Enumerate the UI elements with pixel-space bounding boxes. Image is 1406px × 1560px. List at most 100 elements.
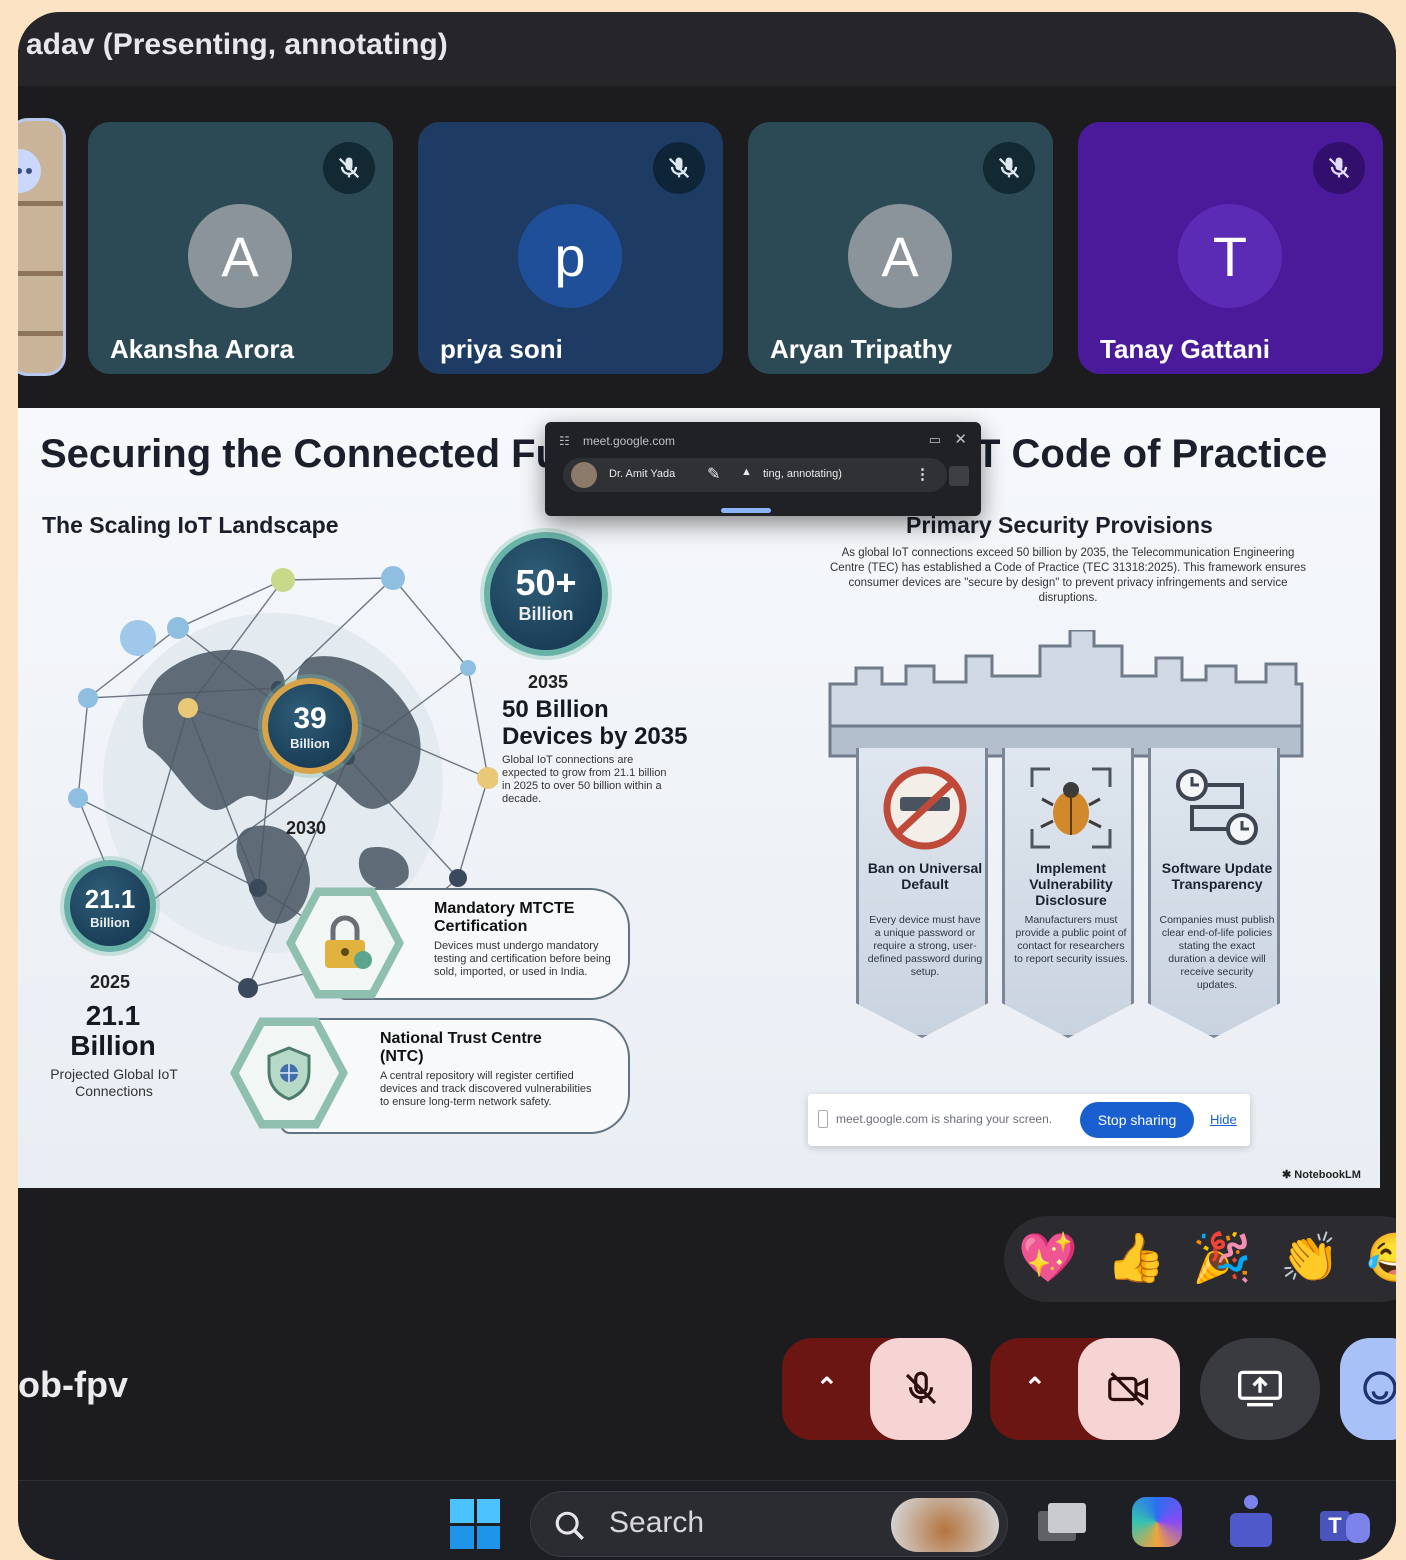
provision-pillar: Software Update Transparency Companies m… [1148,748,1280,1038]
search-icon [555,1511,584,1540]
shield-icon [239,1026,339,1120]
mic-toggle-button[interactable] [870,1338,972,1440]
participant-name: priya soni [440,334,563,364]
chevron-up-icon[interactable]: ⌃ [816,1372,838,1403]
stat-description: Global IoT connections are expected to g… [502,754,667,805]
fortress-battlements-illustration [828,630,1304,758]
shared-slide: Securing the Connected Fu T Code of Prac… [18,408,1380,1188]
mic-control-group: ⌃ [782,1338,972,1440]
search-highlight-image [891,1498,999,1552]
emoji-button[interactable] [1340,1338,1396,1440]
task-view-icon[interactable] [1038,1503,1088,1543]
stat-value: 21.1 [85,1000,141,1031]
avatar: A [848,204,952,308]
presenter-name: Dr. Amit Yada [609,468,676,480]
participant-tile[interactable]: A Aryan Tripathy [748,122,1053,374]
background-shelf [18,201,63,206]
chevron-up-icon[interactable]: ⌃ [1024,1372,1046,1403]
thumbs-up-reaction-icon[interactable]: 👍 [1106,1230,1166,1288]
meeting-code: ob-fpv [18,1364,128,1405]
mic-off-icon [983,142,1035,194]
presenter-title: adav (Presenting, annotating) [26,28,448,61]
more-options-icon[interactable] [18,149,41,193]
year-label: 2025 [90,972,131,992]
present-screen-button[interactable] [1200,1338,1320,1440]
update-timeline-icon [1169,760,1265,856]
mic-off-icon [323,142,375,194]
pillar-description: Manufacturers must provide a public poin… [1014,914,1128,965]
background-shelf [18,271,63,276]
stat-badge: 50+ Billion [484,532,608,656]
meet-mini-popup[interactable]: ☷ meet.google.com ▭ ✕ Dr. Amit Yada ✎ ▲ … [545,422,981,516]
participant-name: Tanay Gattani [1100,334,1271,364]
more-vert-icon[interactable]: ⋮ [915,465,930,483]
pillar-description: Companies must publish clear end-of-life… [1159,914,1275,991]
provision-pillar: Ban on Universal Default Every device mu… [856,748,988,1038]
screen-icon[interactable] [949,466,969,486]
hide-link[interactable]: Hide [1210,1112,1237,1127]
no-password-icon [877,760,973,856]
drag-handle-icon[interactable] [818,1110,828,1128]
avatar: p [518,204,622,308]
card-description: A central repository will register certi… [380,1070,592,1108]
participant-tile[interactable]: p priya soni [418,122,723,374]
annotate-icon[interactable]: ✎ [707,464,720,484]
screen-sharing-bar: meet.google.com is sharing your screen. … [808,1094,1250,1146]
provisions-intro-text: As global IoT connections exceed 50 bill… [830,547,1306,604]
clapping-reaction-icon[interactable]: 👏 [1280,1230,1340,1288]
section-heading: The Scaling IoT Landscape [42,512,339,538]
notebooklm-watermark: ✱ NotebookLM [1282,1169,1361,1181]
card-description: Devices must undergo mandatory testing a… [434,940,611,978]
mic-off-icon [905,1371,937,1405]
stat-badge: 21.1 Billion [64,860,156,952]
avatar: T [1178,204,1282,308]
chevron-up-icon[interactable]: ▲ [741,466,752,478]
stop-sharing-button[interactable]: Stop sharing [1080,1102,1194,1138]
slide-title-continued: T Code of Practice [976,432,1328,476]
pillar-description: Every device must have a unique password… [867,914,983,978]
emoji-icon [1363,1371,1396,1405]
laughing-reaction-icon[interactable]: 😂 [1366,1230,1396,1288]
stat-badge: 39 Billion [262,678,358,774]
camera-off-icon [1108,1372,1149,1406]
meet-window: adav (Presenting, annotating) A Akansha … [18,12,1396,1560]
presenter-status: ting, annotating) [763,468,842,480]
participant-tile[interactable]: T Tanay Gattani [1078,122,1383,374]
reactions-bar: 💖 👍 🎉 👏 😂 [1004,1216,1396,1302]
teams-icon[interactable] [1224,1495,1278,1549]
pip-icon[interactable]: ▭ [929,432,941,448]
pillar-title: Implement Vulnerability Disclosure [1029,860,1113,908]
present-screen-icon [1238,1370,1282,1407]
mic-off-icon [1313,142,1365,194]
heart-reaction-icon[interactable]: 💖 [1018,1230,1078,1288]
camera-control-group: ⌃ [990,1338,1180,1440]
card-title: Mandatory MTCTE Certification [434,900,575,935]
taskbar-search[interactable]: Search [530,1491,1008,1557]
self-view-tile[interactable] [18,118,66,376]
slide-title: Securing the Connected Fu [40,432,561,476]
avatar [571,462,597,488]
participant-name: Akansha Arora [110,334,294,364]
pillar-title: Software Update Transparency [1161,860,1273,892]
pillar-title: Ban on Universal Default [867,860,983,892]
mic-off-icon [653,142,705,194]
background-shelf [18,331,63,336]
close-icon[interactable]: ✕ [954,430,967,448]
stat-description: Projected Global IoT Connections [50,1066,178,1099]
camera-toggle-button[interactable] [1078,1338,1180,1440]
participant-tile[interactable]: A Akansha Arora [88,122,393,374]
card-title: National Trust Centre (NTC) [380,1030,542,1065]
teams-work-icon[interactable]: T [1318,1497,1372,1547]
copilot-icon[interactable] [1132,1497,1182,1547]
padlock-icon [295,896,395,990]
provision-pillar: Implement Vulnerability Disclosure Manuf… [1002,748,1134,1038]
stat-unit: Billion [70,1030,156,1061]
year-label: 2035 [528,672,569,692]
popup-url: meet.google.com [583,434,676,448]
stat-headline: 50 Billion Devices by 2035 [502,696,688,750]
section-heading: Primary Security Provisions [906,512,1213,538]
party-popper-reaction-icon[interactable]: 🎉 [1192,1230,1252,1288]
windows-start-icon[interactable] [450,1499,500,1549]
avatar: A [188,204,292,308]
popup-handle [721,508,771,513]
